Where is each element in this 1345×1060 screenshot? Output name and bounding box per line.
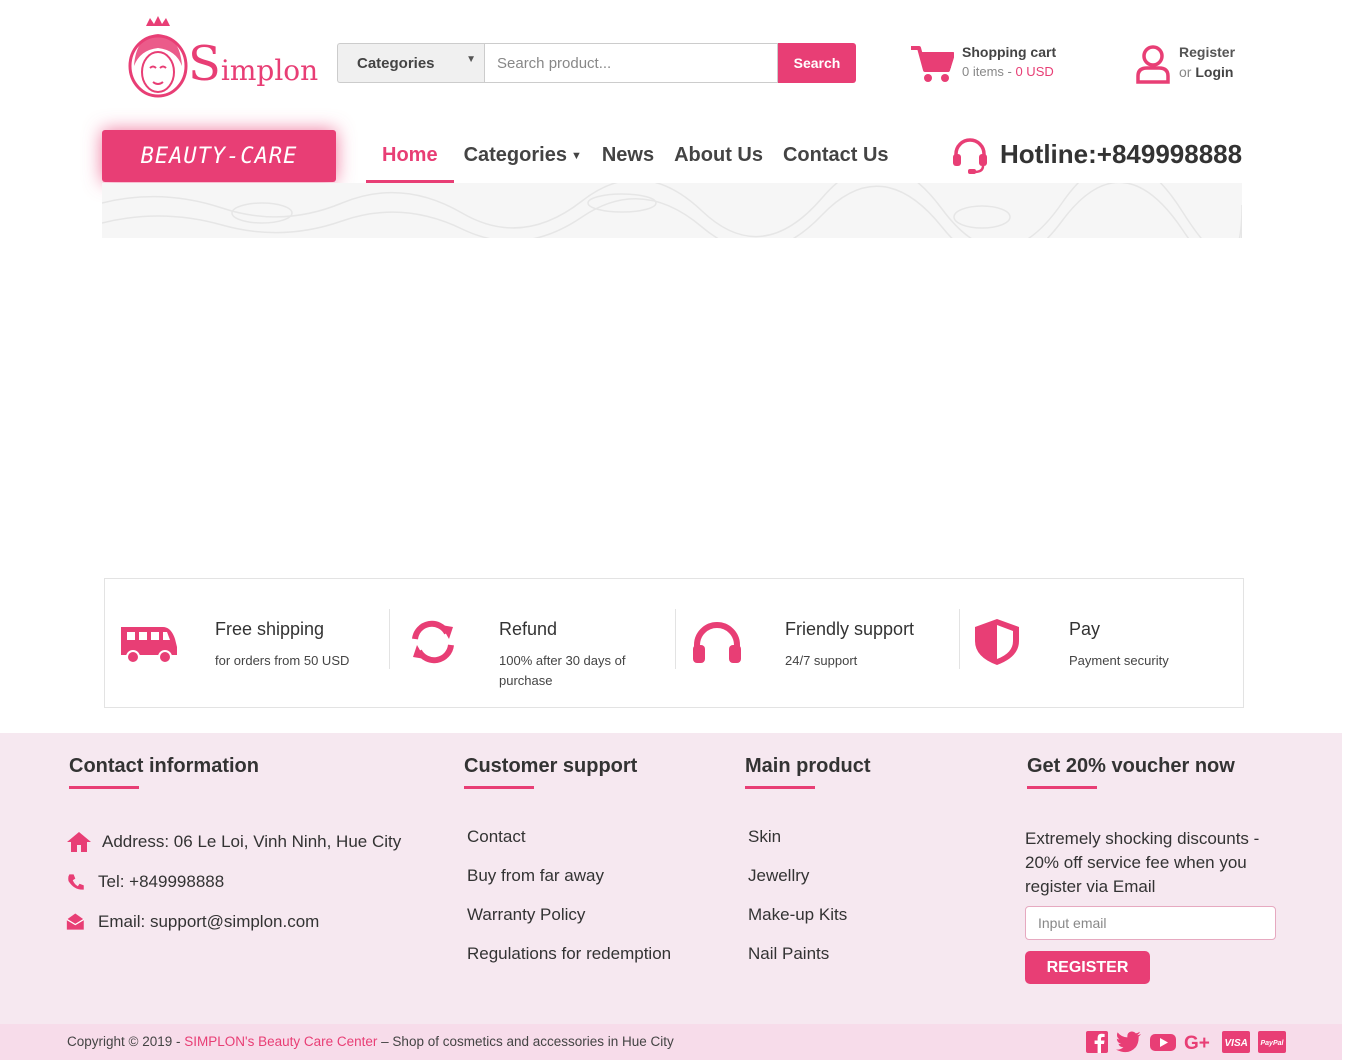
footer-voucher-heading: Get 20% voucher now <box>1027 755 1235 789</box>
nav-about-us[interactable]: About Us <box>664 136 773 183</box>
feature-friendly-support: Friendly support 24/7 support <box>689 609 959 689</box>
footer-products-heading: Main product <box>745 755 871 789</box>
copyright-bar: Copyright © 2019 - SIMPLON's Beauty Care… <box>0 1024 1342 1060</box>
nav-categories[interactable]: Categories ▼ <box>454 136 592 183</box>
svg-text:VISA: VISA <box>1225 1038 1248 1049</box>
voucher-text: Extremely shocking discounts - 20% off s… <box>1025 829 1260 896</box>
shield-icon <box>975 619 1019 665</box>
headset-icon <box>953 138 987 174</box>
login-link[interactable]: Login <box>1195 64 1233 80</box>
footer-link-nail-paints[interactable]: Nail Paints <box>748 944 829 964</box>
footer-link-skin[interactable]: Skin <box>748 827 781 847</box>
svg-text:G+: G+ <box>1184 1033 1210 1053</box>
feature-title: Free shipping <box>215 619 325 639</box>
account-area: Register or Login <box>1135 44 1235 84</box>
home-icon <box>67 832 91 852</box>
caret-down-icon: ▼ <box>570 149 582 162</box>
footer-link-buy-far-away[interactable]: Buy from far away <box>467 866 604 886</box>
footer-link-jewellry[interactable]: Jewellry <box>748 866 809 886</box>
contact-tel: Tel: +849998888 <box>66 871 224 893</box>
footer-link-contact[interactable]: Contact <box>467 827 526 847</box>
footer-link-redemption[interactable]: Regulations for redemption <box>467 944 671 964</box>
feature-title: Friendly support <box>785 619 915 639</box>
cart-total: 0 USD <box>1015 64 1054 79</box>
nav-home[interactable]: Home <box>366 136 454 183</box>
envelope-icon <box>66 913 85 930</box>
main-nav: Home Categories ▼ News About Us Contact U… <box>366 136 899 183</box>
headphones-icon <box>693 622 741 663</box>
search-bar: Categories ▼ Search <box>337 43 856 83</box>
feature-subtitle: 100% after 30 days of purchase <box>499 653 626 688</box>
phone-icon <box>68 874 84 890</box>
brand-name: Simplon <box>188 36 319 92</box>
search-button[interactable]: Search <box>778 43 856 83</box>
feature-free-shipping: Free shipping for orders from 50 USD <box>119 609 389 689</box>
contact-address: Address: 06 Le Loi, Vinh Ninh, Hue City <box>66 831 401 853</box>
hotline-text: Hotline:+849998888 <box>1000 138 1243 169</box>
feature-subtitle: for orders from 50 USD <box>215 653 350 668</box>
divider <box>675 609 676 669</box>
copyright-text: Copyright © 2019 - SIMPLON's Beauty Care… <box>67 1034 674 1049</box>
youtube-icon[interactable] <box>1150 1031 1176 1053</box>
google-plus-icon[interactable]: G+ <box>1184 1031 1214 1053</box>
facebook-icon[interactable] <box>1086 1031 1108 1053</box>
register-button[interactable]: REGISTER <box>1025 951 1150 984</box>
hotline[interactable]: Hotline:+849998888 <box>950 134 1242 174</box>
divider <box>389 609 390 669</box>
twitter-icon[interactable] <box>1116 1031 1142 1053</box>
divider <box>959 609 960 669</box>
feature-pay: Pay Payment security <box>973 609 1233 689</box>
truck-icon <box>121 627 177 664</box>
register-link[interactable]: Register <box>1179 44 1235 60</box>
feature-title: Pay <box>1069 619 1101 639</box>
feature-title: Refund <box>499 619 558 639</box>
cart-items: 0 items - <box>962 64 1016 79</box>
footer-support-heading: Customer support <box>464 755 637 789</box>
user-icon <box>1136 45 1170 84</box>
footer: Contact information Customer support Mai… <box>0 733 1342 1024</box>
footer-link-makeup-kits[interactable]: Make-up Kits <box>748 905 847 925</box>
footer-link-warranty[interactable]: Warranty Policy <box>467 905 585 925</box>
feature-subtitle: Payment security <box>1069 653 1169 668</box>
cart-icon <box>911 46 954 82</box>
email-input[interactable] <box>1025 906 1276 940</box>
footer-contact-heading: Contact information <box>69 755 259 789</box>
social-links: G+ VISA PayPal <box>1086 1031 1286 1053</box>
beauty-care-badge[interactable]: BEAUTY-CARE <box>102 130 336 182</box>
logo[interactable]: Simplon <box>126 16 318 100</box>
copyright-link[interactable]: SIMPLON's Beauty Care Center <box>184 1034 377 1049</box>
cart-title: Shopping cart <box>962 44 1057 60</box>
refresh-icon <box>412 620 454 664</box>
feature-refund: Refund 100% after 30 days of purchase <box>403 609 673 689</box>
contact-email: Email: support@simplon.com <box>66 911 319 933</box>
princess-logo-icon <box>128 16 188 98</box>
feature-subtitle: 24/7 support <box>785 653 858 668</box>
nav-contact-us[interactable]: Contact Us <box>773 136 899 183</box>
paypal-icon[interactable]: PayPal <box>1258 1031 1286 1053</box>
svg-text:PayPal: PayPal <box>1261 1040 1285 1047</box>
visa-icon[interactable]: VISA <box>1222 1031 1250 1053</box>
shopping-cart[interactable]: Shopping cart 0 items - 0 USD <box>910 44 1056 84</box>
search-input[interactable] <box>484 43 778 83</box>
caret-down-icon: ▼ <box>466 54 476 65</box>
features-bar: Free shipping for orders from 50 USD Ref… <box>104 578 1244 708</box>
banner-pattern <box>102 183 1242 238</box>
category-select[interactable]: Categories ▼ <box>337 43 484 83</box>
nav-news[interactable]: News <box>592 136 664 183</box>
